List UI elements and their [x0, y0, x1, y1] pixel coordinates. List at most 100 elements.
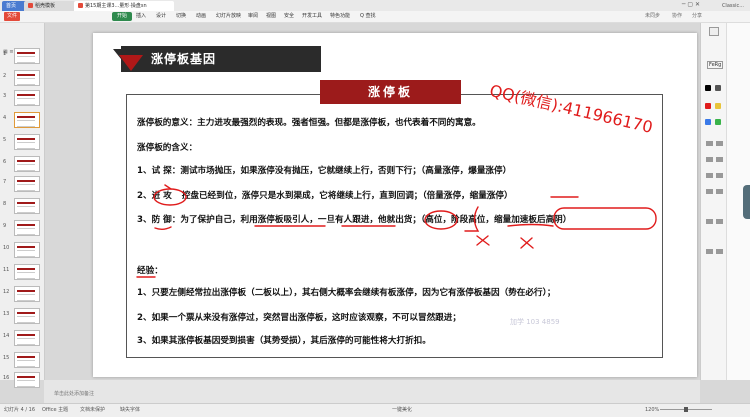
thumbnail-number: 10 [3, 245, 10, 251]
thumbnail-band [17, 116, 35, 118]
thumbnail-lines [17, 338, 35, 345]
swatch-yellow-icon[interactable] [715, 103, 721, 109]
menu-start[interactable]: 开始 [112, 12, 133, 21]
line-tool-icon[interactable] [706, 157, 713, 162]
thumbnail-number: 9 [3, 223, 7, 229]
menu-security[interactable]: 安全 [284, 11, 294, 22]
theme-name: Office 主题 [42, 407, 69, 413]
slide-counter: 幻灯片 4 / 16 [4, 407, 35, 413]
thumbnail-band [17, 74, 35, 76]
smart-beautify[interactable]: 一键美化 [392, 404, 412, 417]
notes-area[interactable] [44, 380, 700, 403]
status-bar: 幻灯片 4 / 16 Office 主题 文档未保护 缺失字体 一键美化 120… [0, 403, 750, 417]
thumbnail-number: 12 [3, 289, 10, 295]
swatch-gray-icon[interactable] [715, 85, 721, 91]
thumbnail-band [17, 334, 35, 336]
tab-document[interactable]: 第15期主课3...量形·操盘sn [74, 1, 174, 11]
tab-templates[interactable]: 稻壳模板 [24, 1, 78, 11]
grid-icon[interactable] [706, 249, 713, 254]
slide-thumbnail[interactable] [14, 198, 40, 214]
menu-developer[interactable]: 开发工具 [302, 11, 322, 22]
select-tool-icon[interactable] [716, 189, 723, 194]
swatch-red-icon[interactable] [705, 103, 711, 109]
menu-review[interactable]: 审阅 [248, 11, 258, 22]
annotation-box-key [553, 207, 657, 230]
menu-features[interactable]: 特色功能 [330, 11, 350, 22]
thumbnail-number: 3 [3, 93, 7, 99]
thumbnail-band [17, 356, 35, 358]
thumbnail-number: 5 [3, 137, 7, 143]
slide-thumbnail[interactable] [14, 242, 40, 258]
slide-thumbnail[interactable] [14, 134, 40, 150]
undo-icon[interactable] [706, 219, 713, 224]
annotation-circle-attack [153, 188, 187, 206]
slide-thumbnail[interactable] [14, 352, 40, 368]
thumbnail-lines [17, 142, 35, 149]
slide-canvas[interactable]: 涨停板基因 涨停板 涨停板的意义：主力进攻最强烈的表现。强者恒强。但都是涨停板，… [93, 33, 697, 377]
user-name[interactable]: Classic... [722, 1, 744, 11]
tab-templates-label: 稻壳模板 [35, 3, 56, 9]
sync-status[interactable]: 未同步 [645, 11, 660, 22]
menu-search[interactable]: Q 查找 [360, 11, 376, 22]
annotation-underline-defense [154, 226, 172, 230]
notes-placeholder[interactable]: 单击此处添加备注 [54, 390, 94, 397]
highlighter-tool-icon[interactable] [716, 141, 723, 146]
menu-slideshow[interactable]: 幻灯片放映 [216, 11, 241, 22]
slide-thumbnail[interactable] [14, 264, 40, 280]
menu-insert[interactable]: 插入 [136, 11, 146, 22]
menu-animation[interactable]: 动画 [196, 11, 206, 22]
side-collapse-tab[interactable] [743, 185, 750, 219]
menu-design[interactable]: 设计 [156, 11, 166, 22]
slide-thumbnail[interactable] [14, 48, 40, 64]
doc-protection[interactable]: 文档未保护 [80, 404, 105, 417]
thumbnail-band [17, 268, 35, 270]
missing-font[interactable]: 缺失字体 [120, 404, 140, 417]
swatch-green-icon[interactable] [715, 119, 721, 125]
slide-thumbnail[interactable] [14, 176, 40, 192]
menu-view[interactable]: 视图 [266, 11, 276, 22]
arrow-tool-icon[interactable] [716, 157, 723, 162]
thumbnail-number: 16 [3, 375, 10, 381]
annotation-bracket [464, 206, 480, 232]
slide-thumbnail[interactable] [14, 90, 40, 106]
zoom-level[interactable]: 120% [645, 404, 659, 417]
thumbnail-number: 13 [3, 311, 10, 317]
window-controls[interactable]: ─ ▢ ✕ [682, 0, 700, 10]
format-label[interactable]: FeRg [707, 61, 724, 69]
eraser-tool-icon[interactable] [706, 189, 713, 194]
zoom-handle[interactable] [684, 407, 688, 412]
swatch-blue-icon[interactable] [705, 119, 711, 125]
thumbnail-lines [17, 164, 35, 171]
tab-home-label: 首页 [6, 3, 17, 9]
ellipse-tool-icon[interactable] [716, 173, 723, 178]
annotation-circle-sell [424, 210, 458, 230]
slide-thumbnail[interactable] [14, 308, 40, 324]
collab-button[interactable]: 协作 [672, 11, 682, 22]
thumbnail-number: 1 [3, 51, 7, 57]
slide-thumbnail[interactable] [14, 372, 40, 388]
menu-transition[interactable]: 切换 [176, 11, 186, 22]
menu-file[interactable]: 文件 [4, 12, 21, 21]
settings-icon[interactable] [716, 249, 723, 254]
slide-thumbnail[interactable] [14, 220, 40, 236]
slide-thumbnail[interactable] [14, 112, 40, 128]
thumbnail-lines [17, 78, 35, 85]
swatch-black-icon[interactable] [705, 85, 711, 91]
slide-thumbnail[interactable] [14, 70, 40, 86]
annotation-cross-1 [476, 235, 490, 246]
thumbnail-band [17, 224, 35, 226]
thumbnail-band [17, 376, 35, 378]
thumbnail-number: 8 [3, 201, 7, 207]
share-button[interactable]: 分享 [692, 11, 702, 22]
rect-tool-icon[interactable] [706, 173, 713, 178]
slide-thumbnail[interactable] [14, 286, 40, 302]
thumbnail-number: 14 [3, 333, 10, 339]
redo-icon[interactable] [716, 219, 723, 224]
pen-tool-icon[interactable] [706, 141, 713, 146]
panel-close-icon[interactable] [709, 27, 719, 36]
thumbnail-lines [17, 360, 35, 367]
thumbnail-band [17, 312, 35, 314]
slide-thumbnail[interactable] [14, 330, 40, 346]
slide-thumbnail[interactable] [14, 156, 40, 172]
templates-icon [28, 3, 33, 8]
